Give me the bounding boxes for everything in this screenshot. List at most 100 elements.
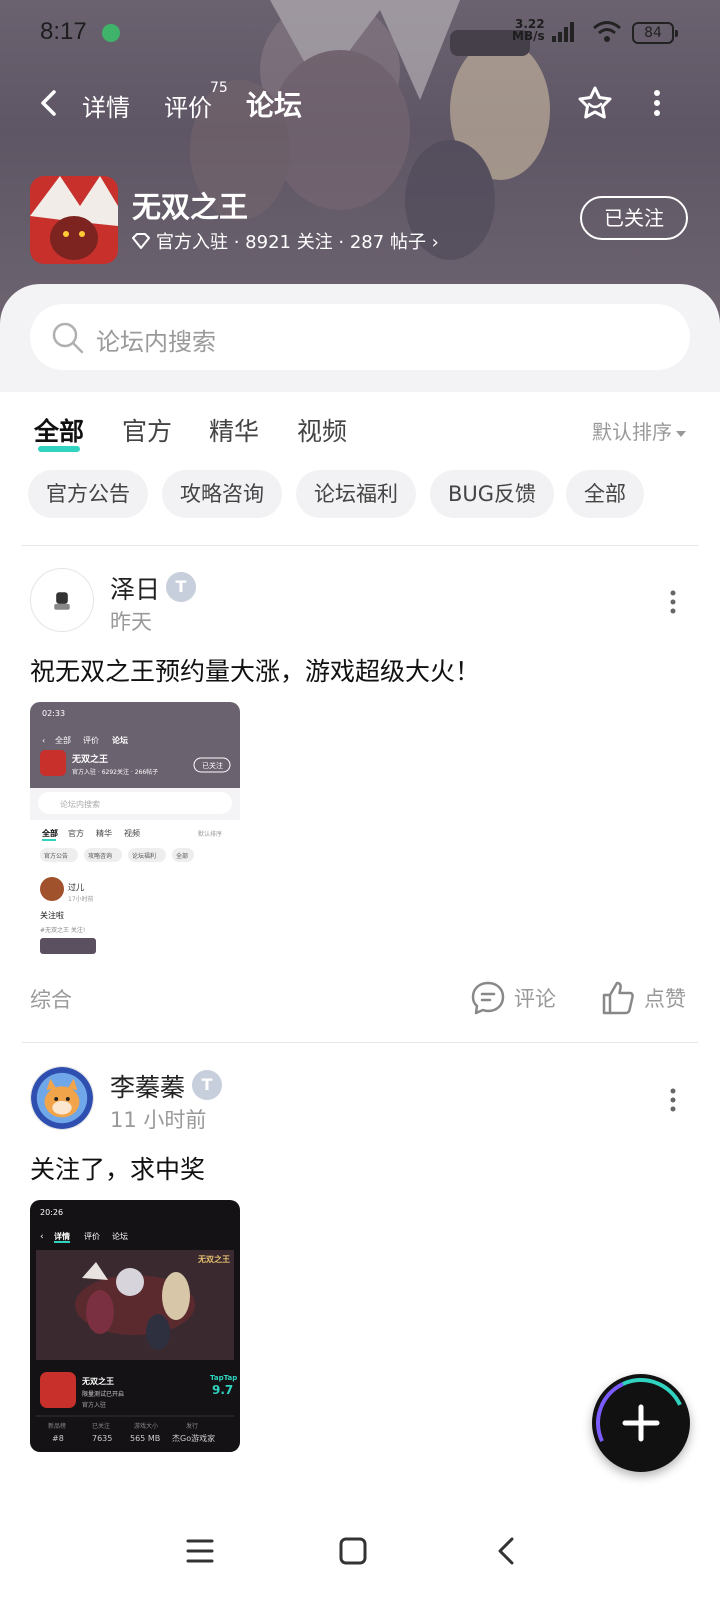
chip-welfare[interactable]: 论坛福利 xyxy=(296,470,416,518)
svg-text:9.7: 9.7 xyxy=(212,1383,233,1397)
chip-bug-report[interactable]: BUG反馈 xyxy=(430,470,555,518)
svg-text:无双之王: 无双之王 xyxy=(81,1376,114,1386)
svg-text:评价: 评价 xyxy=(84,1232,100,1241)
status-bar: 8:17 3.22 MB/s 84 xyxy=(0,0,720,64)
svg-text:TapTap: TapTap xyxy=(210,1374,237,1382)
network-speed: 3.22 MB/s xyxy=(512,17,545,43)
comment-button[interactable]: 评论 xyxy=(470,980,556,1016)
home-icon[interactable] xyxy=(338,1536,368,1566)
thumbs-up-icon xyxy=(602,981,634,1015)
post-time: 昨天 xyxy=(110,610,152,634)
system-navigation-bar xyxy=(0,1508,720,1600)
plus-icon xyxy=(622,1404,660,1442)
svg-text:精华: 精华 xyxy=(96,828,112,838)
avatar[interactable] xyxy=(30,1066,94,1130)
chip-guides[interactable]: 攻略咨询 xyxy=(162,470,282,518)
post-author[interactable]: 泽日 xyxy=(110,570,160,606)
battery-indicator: 84 xyxy=(632,22,678,44)
svg-text:论坛内搜索: 论坛内搜索 xyxy=(60,799,100,809)
divider xyxy=(22,1042,698,1043)
post-image[interactable]: 02:33 ‹ 全部 评价 论坛 无双之王 官方入驻 · 6292关注 · 26… xyxy=(30,702,240,954)
post-category: 综合 xyxy=(30,988,72,1012)
svg-text:全部: 全部 xyxy=(55,735,71,745)
forum-search-input[interactable]: 论坛内搜索 xyxy=(30,304,690,370)
svg-text:无双之王: 无双之王 xyxy=(71,753,108,765)
follow-button[interactable]: 已关注 xyxy=(580,196,688,240)
svg-text:新品榜: 新品榜 xyxy=(48,1422,66,1430)
back-icon[interactable] xyxy=(34,88,64,118)
svg-text:限量测试已开启: 限量测试已开启 xyxy=(82,1390,124,1398)
game-title: 无双之王 xyxy=(132,190,249,224)
chip-announcements[interactable]: 官方公告 xyxy=(28,470,148,518)
filter-tab-all[interactable]: 全部 xyxy=(34,412,84,452)
game-app-icon[interactable] xyxy=(30,176,118,264)
sort-dropdown[interactable]: 默认排序 xyxy=(592,416,686,445)
post-card[interactable]: 泽日 T 昨天 祝无双之王预约量大涨，游戏超级大火！ 02:33 ‹ 全部 评价… xyxy=(0,568,720,1028)
tab-forum-label: 论坛 xyxy=(246,89,303,122)
svg-text:02:33: 02:33 xyxy=(42,709,65,718)
post-text: 关注了，求中奖 xyxy=(30,1155,206,1184)
svg-text:过儿: 过儿 xyxy=(68,882,84,892)
svg-text:565 MB: 565 MB xyxy=(130,1434,160,1443)
svg-text:官方: 官方 xyxy=(68,828,84,838)
post-time: 11 小时前 xyxy=(110,1108,207,1132)
svg-text:杰Go游戏家: 杰Go游戏家 xyxy=(172,1433,215,1443)
diamond-icon xyxy=(132,233,150,249)
post-more-icon[interactable] xyxy=(670,590,676,614)
svg-text:已关注: 已关注 xyxy=(202,761,223,770)
top-navigation: 详情 评价 75 论坛 xyxy=(0,74,720,134)
svg-text:默认排序: 默认排序 xyxy=(198,830,222,838)
post-image[interactable]: 20:26 ‹ 详情 评价 论坛 无双之王 无双之王 限量测试已开启 官方入驻 … xyxy=(30,1200,240,1452)
search-icon xyxy=(52,322,84,354)
avatar[interactable] xyxy=(30,568,94,632)
svg-text:#无双之王 关注!: #无双之王 关注! xyxy=(40,926,85,934)
user-level-badge: T xyxy=(192,1070,222,1100)
category-chips: 官方公告 攻略咨询 论坛福利 BUG反馈 全部 xyxy=(0,470,720,530)
svg-text:7635: 7635 xyxy=(92,1434,112,1443)
game-meta[interactable]: 官方入驻 · 8921 关注 · 287 帖子 › xyxy=(132,228,439,254)
svg-text:论坛: 论坛 xyxy=(112,1231,128,1241)
tab-detail[interactable]: 详情 xyxy=(82,88,130,123)
svg-text:评价: 评价 xyxy=(83,736,99,745)
user-level-badge: T xyxy=(166,572,196,602)
filter-tab-featured[interactable]: 精华 xyxy=(209,412,259,448)
filter-active-underline xyxy=(38,446,81,452)
post-more-icon[interactable] xyxy=(670,1088,676,1112)
svg-text:论坛福利: 论坛福利 xyxy=(132,852,156,860)
svg-text:官方入驻 · 6292关注 · 266帖子: 官方入驻 · 6292关注 · 266帖子 xyxy=(72,768,158,776)
menu-icon[interactable] xyxy=(186,1536,214,1566)
post-author[interactable]: 李蓁蓁 xyxy=(110,1068,185,1104)
svg-text:关注啦: 关注啦 xyxy=(40,910,64,920)
svg-text:官方公告: 官方公告 xyxy=(44,852,68,860)
post-text: 祝无双之王预约量大涨，游戏超级大火！ xyxy=(30,657,481,686)
more-options-icon[interactable] xyxy=(652,88,662,118)
svg-text:20:26: 20:26 xyxy=(40,1208,63,1217)
chip-all[interactable]: 全部 xyxy=(566,470,644,518)
svg-text:已关注: 已关注 xyxy=(92,1422,110,1430)
review-count-badge: 75 xyxy=(210,80,228,96)
like-button[interactable]: 点赞 xyxy=(600,980,686,1016)
app-notification-icon xyxy=(102,24,120,42)
svg-text:‹: ‹ xyxy=(40,1232,44,1242)
svg-text:#8: #8 xyxy=(52,1434,64,1443)
create-post-button[interactable] xyxy=(583,1365,699,1481)
favorite-star-icon[interactable] xyxy=(576,84,614,122)
back-nav-icon[interactable] xyxy=(494,1536,518,1566)
search-placeholder: 论坛内搜索 xyxy=(96,328,216,356)
status-time: 8:17 xyxy=(40,18,87,45)
comment-icon xyxy=(471,981,505,1015)
wifi-icon xyxy=(593,21,621,42)
svg-text:发行: 发行 xyxy=(186,1422,198,1430)
tab-review[interactable]: 评价 75 xyxy=(164,80,228,123)
svg-text:详情: 详情 xyxy=(54,1231,70,1241)
forum-filter-tabs: 全部 官方 精华 视频 默认排序 xyxy=(0,392,720,462)
filter-tab-official[interactable]: 官方 xyxy=(122,412,172,448)
svg-text:无双之王: 无双之王 xyxy=(197,1254,230,1264)
caret-down-icon xyxy=(676,430,686,437)
filter-tab-video[interactable]: 视频 xyxy=(297,412,347,448)
tab-forum[interactable]: 论坛 xyxy=(246,84,303,126)
svg-text:游戏大小: 游戏大小 xyxy=(134,1422,158,1430)
search-panel: 论坛内搜索 xyxy=(0,284,720,392)
game-meta-text: 官方入驻 · 8921 关注 · 287 帖子 › xyxy=(156,232,439,253)
signal-icon xyxy=(552,22,574,42)
